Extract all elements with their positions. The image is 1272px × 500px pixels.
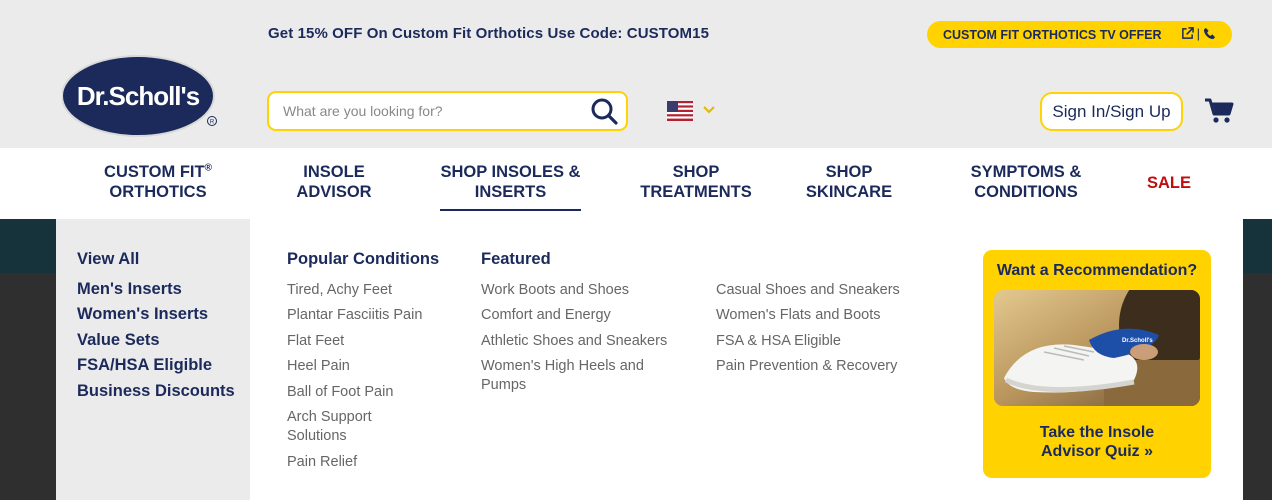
- featured-link[interactable]: FSA & HSA Eligible: [716, 332, 841, 351]
- cart-icon[interactable]: [1204, 97, 1234, 125]
- nav-label: SHOP: [825, 163, 873, 181]
- recommendation-title: Want a Recommendation?: [996, 262, 1198, 279]
- menu-womens-inserts[interactable]: Women's Inserts: [77, 305, 208, 324]
- svg-text:Dr.Scholl's: Dr.Scholl's: [1122, 338, 1153, 344]
- search-box[interactable]: [267, 91, 628, 131]
- condition-link[interactable]: Plantar Fasciitis Pain: [287, 306, 422, 325]
- nav-label: SHOP INSOLES &: [440, 163, 581, 181]
- separator: |: [1196, 26, 1200, 41]
- menu-value-sets[interactable]: Value Sets: [77, 331, 160, 350]
- nav-symptoms-conditions[interactable]: SYMPTOMS & CONDITIONS: [961, 162, 1091, 202]
- nav-label: TREATMENTS: [640, 183, 752, 201]
- svg-text:R: R: [210, 120, 215, 126]
- condition-link-arch-support[interactable]: Arch Support Solutions: [287, 408, 372, 446]
- nav-shop-skincare[interactable]: SHOP SKINCARE: [799, 162, 899, 202]
- condition-link[interactable]: Heel Pain: [287, 357, 350, 376]
- phone-icon: [1203, 27, 1216, 40]
- nav-active-underline: [440, 209, 581, 211]
- menu-business-discounts[interactable]: Business Discounts: [77, 382, 235, 401]
- registered-mark: ®: [204, 162, 212, 174]
- nav-label: CUSTOM FIT: [104, 163, 205, 181]
- top-header: Get 15% OFF On Custom Fit Orthotics Use …: [0, 0, 1272, 148]
- nav-label: INSERTS: [474, 183, 547, 201]
- featured-link[interactable]: Women's Flats and Boots: [716, 306, 881, 325]
- nav-insole-advisor[interactable]: INSOLE ADVISOR: [282, 162, 386, 202]
- megamenu-sidebar: View All Men's Inserts Women's Inserts V…: [56, 219, 250, 500]
- featured-heading: Featured: [481, 250, 551, 268]
- link-line: Solutions: [287, 428, 347, 444]
- link-line: Arch Support: [287, 409, 372, 425]
- tv-offer-button[interactable]: CUSTOM FIT ORTHOTICS TV OFFER |: [927, 21, 1232, 48]
- us-flag-icon[interactable]: [667, 101, 693, 121]
- condition-link[interactable]: Ball of Foot Pain: [287, 383, 393, 402]
- condition-link[interactable]: Pain Relief: [287, 453, 357, 472]
- cta-line: Advisor Quiz »: [1040, 443, 1154, 460]
- signin-button[interactable]: Sign In/Sign Up: [1040, 92, 1183, 131]
- nav-custom-fit-orthotics[interactable]: CUSTOM FIT® ORTHOTICS: [96, 162, 220, 202]
- menu-mens-inserts[interactable]: Men's Inserts: [77, 280, 182, 299]
- condition-link[interactable]: Flat Feet: [287, 332, 344, 351]
- cta-line: Take the Insole: [1039, 424, 1155, 441]
- nav-label: CONDITIONS: [974, 183, 1078, 201]
- page-band: [1243, 219, 1272, 273]
- tv-offer-label: CUSTOM FIT ORTHOTICS TV OFFER: [943, 27, 1162, 42]
- chevron-down-icon[interactable]: [702, 103, 716, 117]
- featured-link[interactable]: Comfort and Energy: [481, 306, 611, 325]
- featured-link[interactable]: Pain Prevention & Recovery: [716, 357, 897, 376]
- nav-label: SKINCARE: [805, 183, 893, 201]
- recommendation-image: Dr.Scholl's: [994, 290, 1200, 406]
- featured-link-womens-high-heels[interactable]: Women's High Heels and Pumps: [481, 357, 644, 395]
- main-nav: CUSTOM FIT® ORTHOTICS INSOLE ADVISOR SHO…: [0, 148, 1272, 219]
- megamenu-panel: Popular Conditions Tired, Achy Feet Plan…: [250, 219, 1243, 500]
- page-background-left: [0, 219, 56, 500]
- recommendation-card[interactable]: Want a Recommendation? Dr.Scholl's Take …: [983, 250, 1211, 478]
- nav-label: ADVISOR: [296, 183, 372, 201]
- promo-banner-text: Get 15% OFF On Custom Fit Orthotics Use …: [268, 25, 710, 42]
- link-line: Pumps: [481, 377, 527, 393]
- search-icon[interactable]: [590, 97, 618, 125]
- menu-fsa-hsa-eligible[interactable]: FSA/HSA Eligible: [77, 356, 212, 375]
- person-holding-shoe-image: Dr.Scholl's: [994, 290, 1200, 406]
- nav-label: SYMPTOMS &: [970, 163, 1082, 181]
- nav-label: SHOP: [672, 163, 720, 181]
- featured-link[interactable]: Work Boots and Shoes: [481, 281, 629, 300]
- svg-text:Dr.Scholl's: Dr.Scholl's: [77, 81, 200, 111]
- condition-link[interactable]: Tired, Achy Feet: [287, 281, 392, 300]
- search-input[interactable]: [283, 101, 583, 121]
- nav-shop-insoles-inserts[interactable]: SHOP INSOLES & INSERTS: [434, 162, 587, 202]
- nav-shop-treatments[interactable]: SHOP TREATMENTS: [634, 162, 758, 202]
- advisor-quiz-link[interactable]: Take the Insole Advisor Quiz »: [983, 423, 1211, 461]
- link-line: Women's High Heels and: [481, 358, 644, 374]
- popular-conditions-heading: Popular Conditions: [287, 250, 440, 268]
- external-link-icon: [1181, 27, 1194, 39]
- nav-sale[interactable]: SALE: [1140, 173, 1198, 193]
- nav-label: INSOLE: [303, 163, 365, 181]
- menu-view-all[interactable]: View All: [77, 250, 139, 269]
- drscholls-logo[interactable]: Dr.Scholl's R: [62, 55, 219, 137]
- page-band: [0, 219, 56, 273]
- page-background-right: [1243, 219, 1272, 500]
- tv-offer-icons: |: [1181, 26, 1216, 41]
- featured-link[interactable]: Casual Shoes and Sneakers: [716, 281, 900, 300]
- nav-label: ORTHOTICS: [109, 183, 207, 201]
- featured-link[interactable]: Athletic Shoes and Sneakers: [481, 332, 667, 351]
